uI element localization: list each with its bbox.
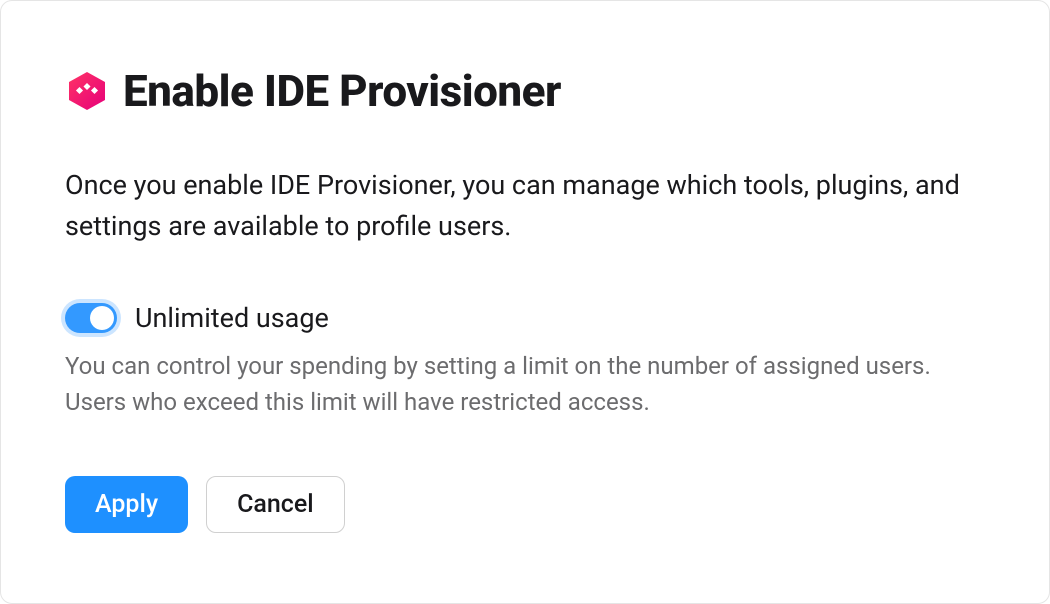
unlimited-usage-label: Unlimited usage	[135, 302, 329, 334]
toggle-knob	[90, 306, 114, 330]
enable-ide-provisioner-dialog: Enable IDE Provisioner Once you enable I…	[0, 0, 1050, 604]
dialog-description: Once you enable IDE Provisioner, you can…	[65, 165, 985, 246]
cancel-button[interactable]: Cancel	[206, 476, 345, 533]
unlimited-usage-toggle[interactable]	[65, 303, 117, 333]
ide-provisioner-logo-icon	[65, 69, 109, 113]
dialog-title: Enable IDE Provisioner	[123, 65, 561, 117]
dialog-header: Enable IDE Provisioner	[65, 65, 985, 117]
dialog-buttons: Apply Cancel	[65, 476, 985, 533]
apply-button[interactable]: Apply	[65, 476, 188, 533]
usage-hint: You can control your spending by setting…	[65, 348, 985, 420]
unlimited-usage-row: Unlimited usage	[65, 302, 985, 334]
